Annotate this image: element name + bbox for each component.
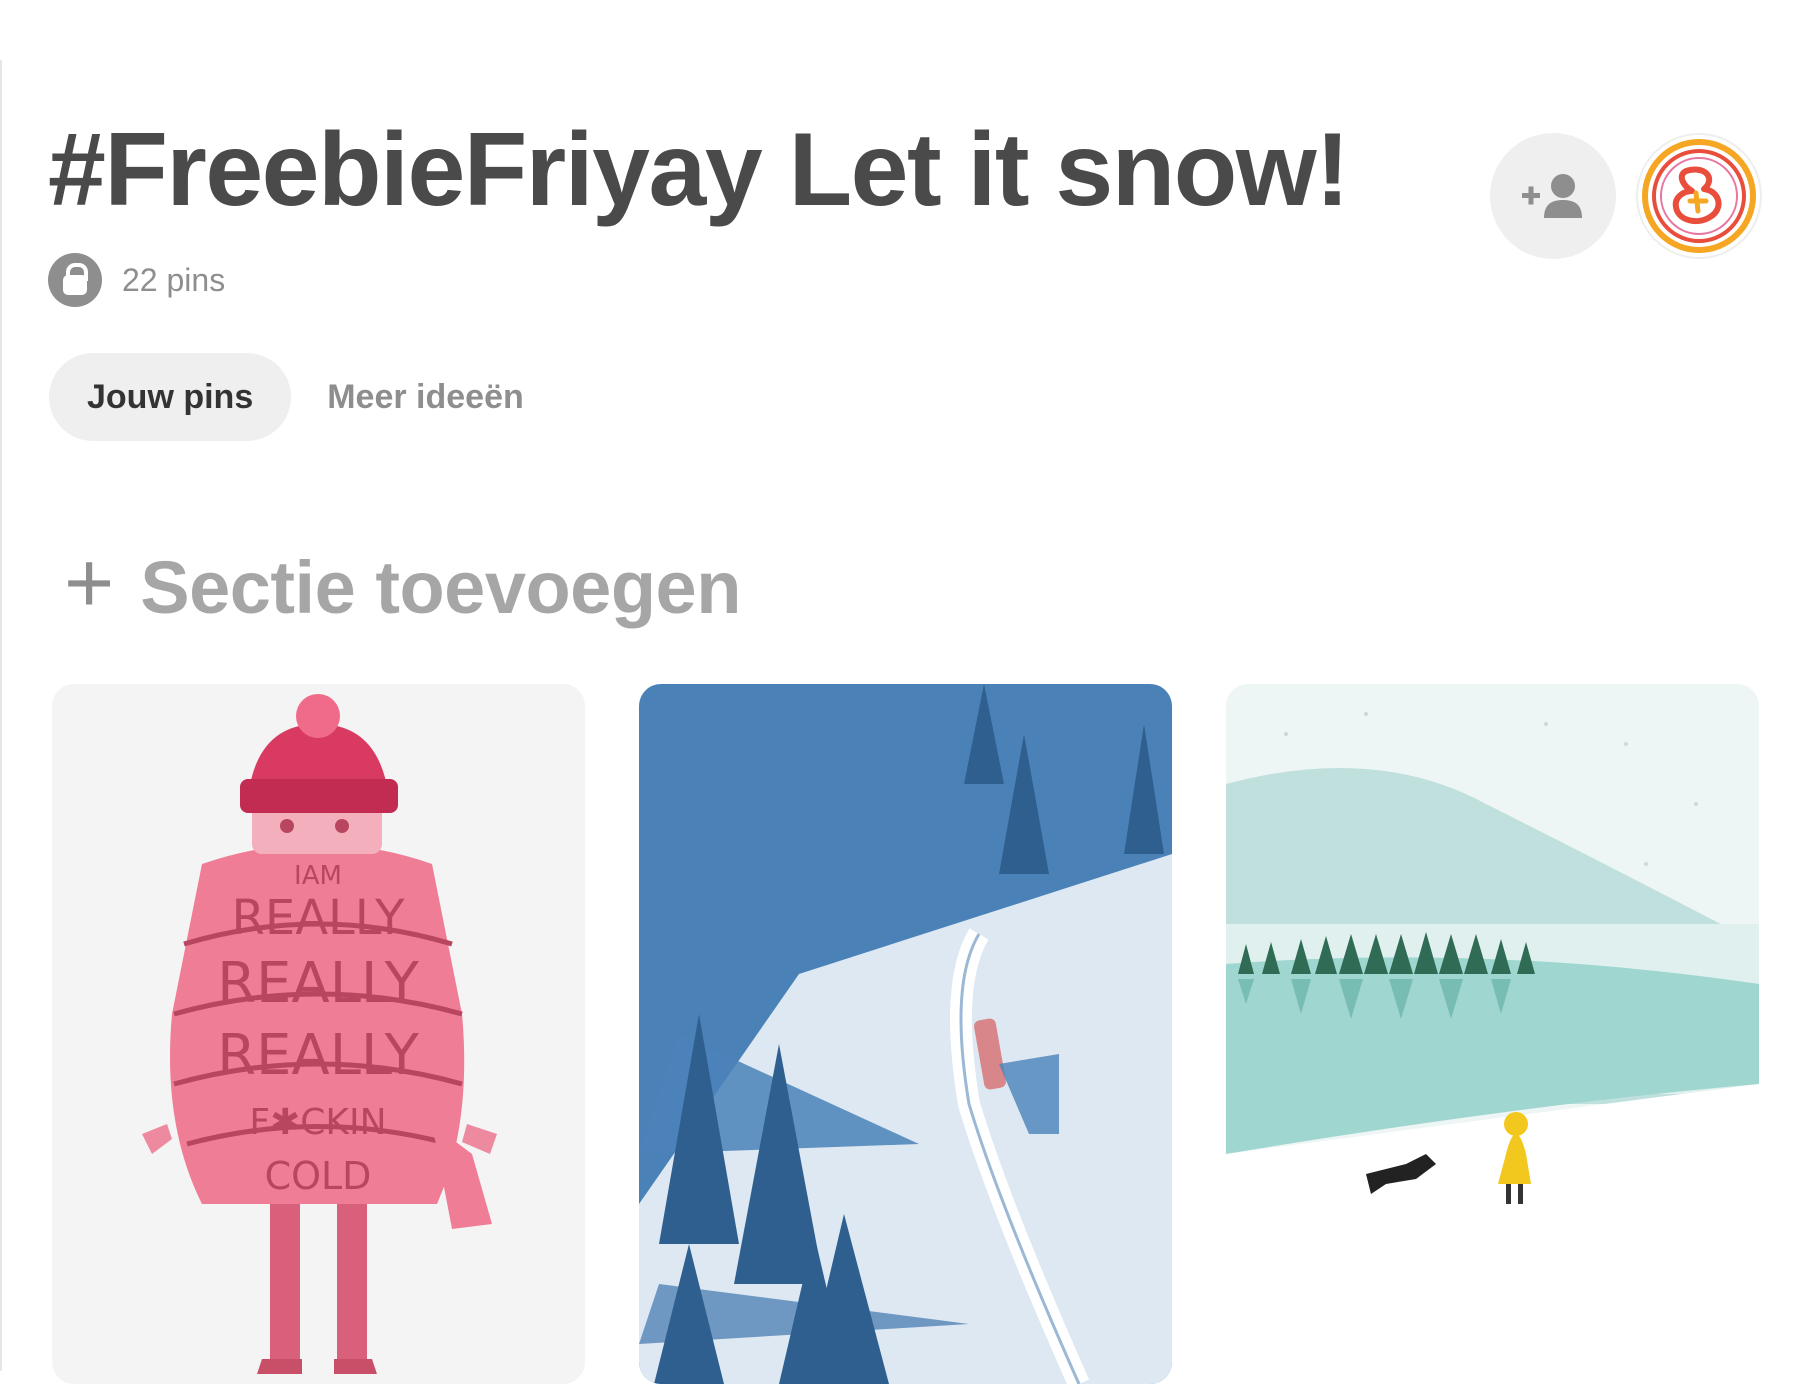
add-person-icon bbox=[1522, 174, 1582, 218]
avatar[interactable] bbox=[1636, 133, 1762, 259]
pin-snowy-lake-illustration[interactable] bbox=[1226, 684, 1759, 1384]
scarf-word: REALLY bbox=[232, 890, 406, 946]
add-section-label: Sectie toevoegen bbox=[140, 546, 741, 629]
scarf-word: F✱CKIN bbox=[249, 1102, 386, 1143]
tab-more-ideas[interactable]: Meer ideeën bbox=[291, 353, 562, 441]
board-meta: 22 pins bbox=[48, 253, 225, 307]
scarf-word: REALLY bbox=[217, 1023, 420, 1088]
board-tabs: Jouw pins Meer ideeën bbox=[49, 353, 562, 441]
pin-count: 22 pins bbox=[122, 261, 226, 298]
plus-icon: + bbox=[64, 534, 115, 631]
add-section-button[interactable]: + Sectie toevoegen bbox=[64, 540, 741, 630]
pin-really-cold-illustration[interactable]: IAM REALLY REALLY REALLY F✱CKIN COLD bbox=[52, 684, 585, 1384]
add-collaborator-button[interactable] bbox=[1490, 133, 1616, 259]
tab-your-pins[interactable]: Jouw pins bbox=[49, 353, 292, 441]
pin-snowy-train-illustration[interactable] bbox=[639, 684, 1172, 1384]
board-title: #FreebieFriyay Let it snow! bbox=[48, 112, 1350, 228]
page-left-border bbox=[0, 60, 2, 1371]
profile-logo bbox=[1642, 139, 1756, 253]
scarf-word: COLD bbox=[265, 1154, 372, 1198]
lock-icon bbox=[48, 253, 102, 307]
scarf-word: IAM bbox=[294, 861, 342, 891]
scarf-word: REALLY bbox=[217, 951, 420, 1016]
